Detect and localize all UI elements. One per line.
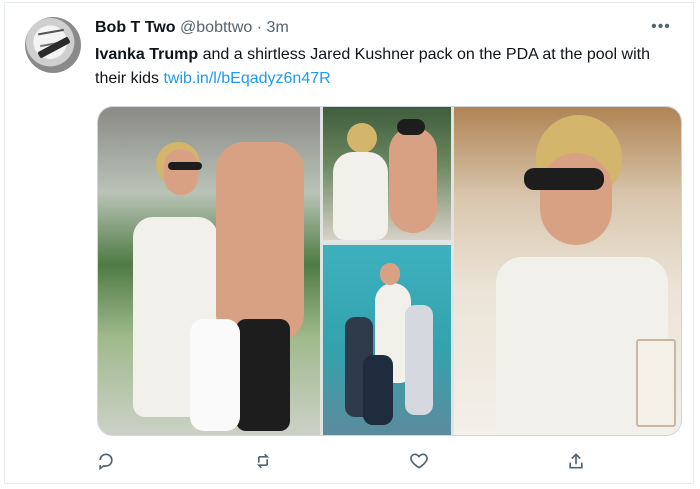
man-shorts	[236, 319, 290, 431]
like-icon-svg	[410, 453, 428, 469]
towel	[190, 319, 240, 431]
tweet-time[interactable]: 3m	[267, 19, 289, 36]
media-photo-4[interactable]	[454, 107, 681, 435]
tweet-link[interactable]: twib.in/l/bEqadyz6n47R	[163, 70, 330, 87]
share-icon[interactable]	[565, 451, 587, 473]
man-torso	[216, 142, 304, 342]
woman-hair	[347, 123, 377, 153]
woman-head	[380, 263, 400, 285]
share-icon-svg	[569, 453, 583, 469]
retweet-icon[interactable]	[252, 451, 274, 473]
retweet-icon-svg	[256, 453, 270, 469]
tweet-text-bold: Ivanka Trump	[95, 46, 199, 63]
media-photo-2[interactable]	[323, 107, 451, 240]
more-icon[interactable]: •••	[649, 19, 673, 35]
author-handle[interactable]: @bobttwo	[180, 19, 252, 36]
media-photo-1[interactable]	[98, 107, 320, 435]
man-hair	[397, 119, 425, 135]
woman-face	[540, 153, 612, 245]
tweet-header: Bob T Two @bobttwo · 3m	[95, 17, 289, 39]
woman-sunglasses	[168, 162, 202, 170]
tweet-card[interactable]: Bob T Two @bobttwo · 3m ••• Ivanka Trump…	[4, 2, 694, 484]
child-2	[405, 305, 433, 415]
woman-dress	[333, 152, 388, 240]
like-icon[interactable]	[408, 451, 430, 473]
avatar[interactable]	[25, 17, 81, 73]
tweet-actions	[95, 451, 595, 473]
coffee-cup	[636, 339, 676, 427]
reply-icon[interactable]	[95, 451, 117, 473]
media-photo-3[interactable]	[323, 245, 451, 435]
reply-icon-svg	[99, 453, 113, 471]
media-grid	[97, 106, 682, 436]
woman-sunglasses	[524, 168, 604, 190]
tweet-text: Ivanka Trump and a shirtless Jared Kushn…	[95, 43, 675, 91]
man-torso	[389, 127, 437, 233]
separator-dot: ·	[256, 19, 263, 36]
author-name[interactable]: Bob T Two	[95, 19, 176, 36]
woman-face	[164, 149, 198, 195]
child-3	[363, 355, 393, 425]
